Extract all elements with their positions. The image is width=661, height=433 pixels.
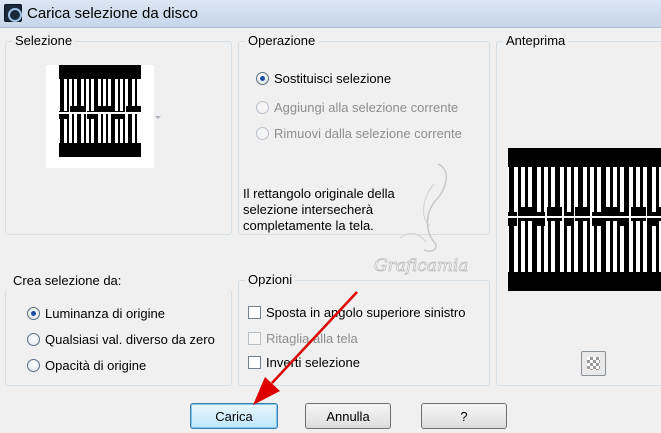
checkbox-move-top-left[interactable]: Sposta in angolo superiore sinistro — [248, 303, 465, 321]
radio-source-luminance[interactable]: Luminanza di origine — [27, 304, 165, 322]
radio-button[interactable] — [27, 332, 40, 346]
checkerboard-icon — [587, 357, 600, 370]
preview-image — [508, 148, 661, 291]
cancel-button[interactable]: Annulla — [305, 403, 391, 429]
radio-button[interactable] — [27, 306, 40, 320]
checkbox-label: Sposta in angolo superiore sinistro — [266, 304, 466, 320]
checkbox[interactable] — [248, 305, 261, 319]
help-button[interactable]: ? — [421, 403, 507, 429]
selection-thumbnail[interactable] — [46, 65, 154, 168]
selection-thumbnail-image — [59, 65, 141, 157]
checkbox-label: Inverti selezione — [266, 354, 360, 370]
radio-label: Qualsiasi val. diverso da zero — [45, 331, 215, 347]
radio-button[interactable] — [256, 71, 269, 85]
radio-add-selection[interactable]: Aggiungi alla selezione corrente — [256, 98, 458, 116]
radio-button[interactable] — [256, 100, 269, 114]
create-from-label: Crea selezione da: — [13, 273, 122, 288]
graficamia-watermark: Graficamia — [374, 163, 469, 275]
radio-replace-selection[interactable]: Sostituisci selezione — [256, 69, 391, 87]
radio-label: Sostituisci selezione — [274, 70, 392, 86]
operation-group-label: Operazione — [245, 33, 319, 48]
radio-label: Aggiungi alla selezione corrente — [274, 99, 459, 115]
load-button[interactable]: Carica — [190, 403, 278, 429]
preview-image-art — [508, 148, 661, 291]
thumbnail-dropdown-icon[interactable] — [155, 116, 161, 119]
checkbox-invert-selection[interactable]: Inverti selezione — [248, 353, 360, 371]
radio-label: Rimuovi dalla selezione corrente — [274, 125, 462, 141]
radio-nonzero-value[interactable]: Qualsiasi val. diverso da zero — [27, 330, 215, 348]
radio-label: Luminanza di origine — [45, 305, 165, 321]
watermark-text: Graficamia — [374, 256, 469, 275]
radio-remove-selection[interactable]: Rimuovi dalla selezione corrente — [256, 124, 462, 142]
options-group-label: Opzioni — [245, 272, 296, 287]
checkbox[interactable] — [248, 331, 261, 345]
radio-button[interactable] — [27, 358, 40, 372]
selection-group-label: Selezione — [12, 33, 76, 48]
window-title: Carica selezione da disco — [27, 5, 198, 22]
checkbox-crop-to-canvas[interactable]: Ritaglia alla tela — [248, 329, 358, 347]
transparency-toggle-button[interactable] — [581, 351, 606, 376]
app-icon — [4, 4, 22, 22]
radio-source-opacity[interactable]: Opacità di origine — [27, 356, 146, 374]
checkbox-label: Ritaglia alla tela — [266, 330, 358, 346]
title-bar[interactable]: Carica selezione da disco — [0, 0, 661, 28]
radio-label: Opacità di origine — [45, 357, 147, 373]
preview-group-label: Anteprima — [503, 33, 569, 48]
checkbox[interactable] — [248, 355, 261, 369]
radio-button[interactable] — [256, 126, 269, 140]
